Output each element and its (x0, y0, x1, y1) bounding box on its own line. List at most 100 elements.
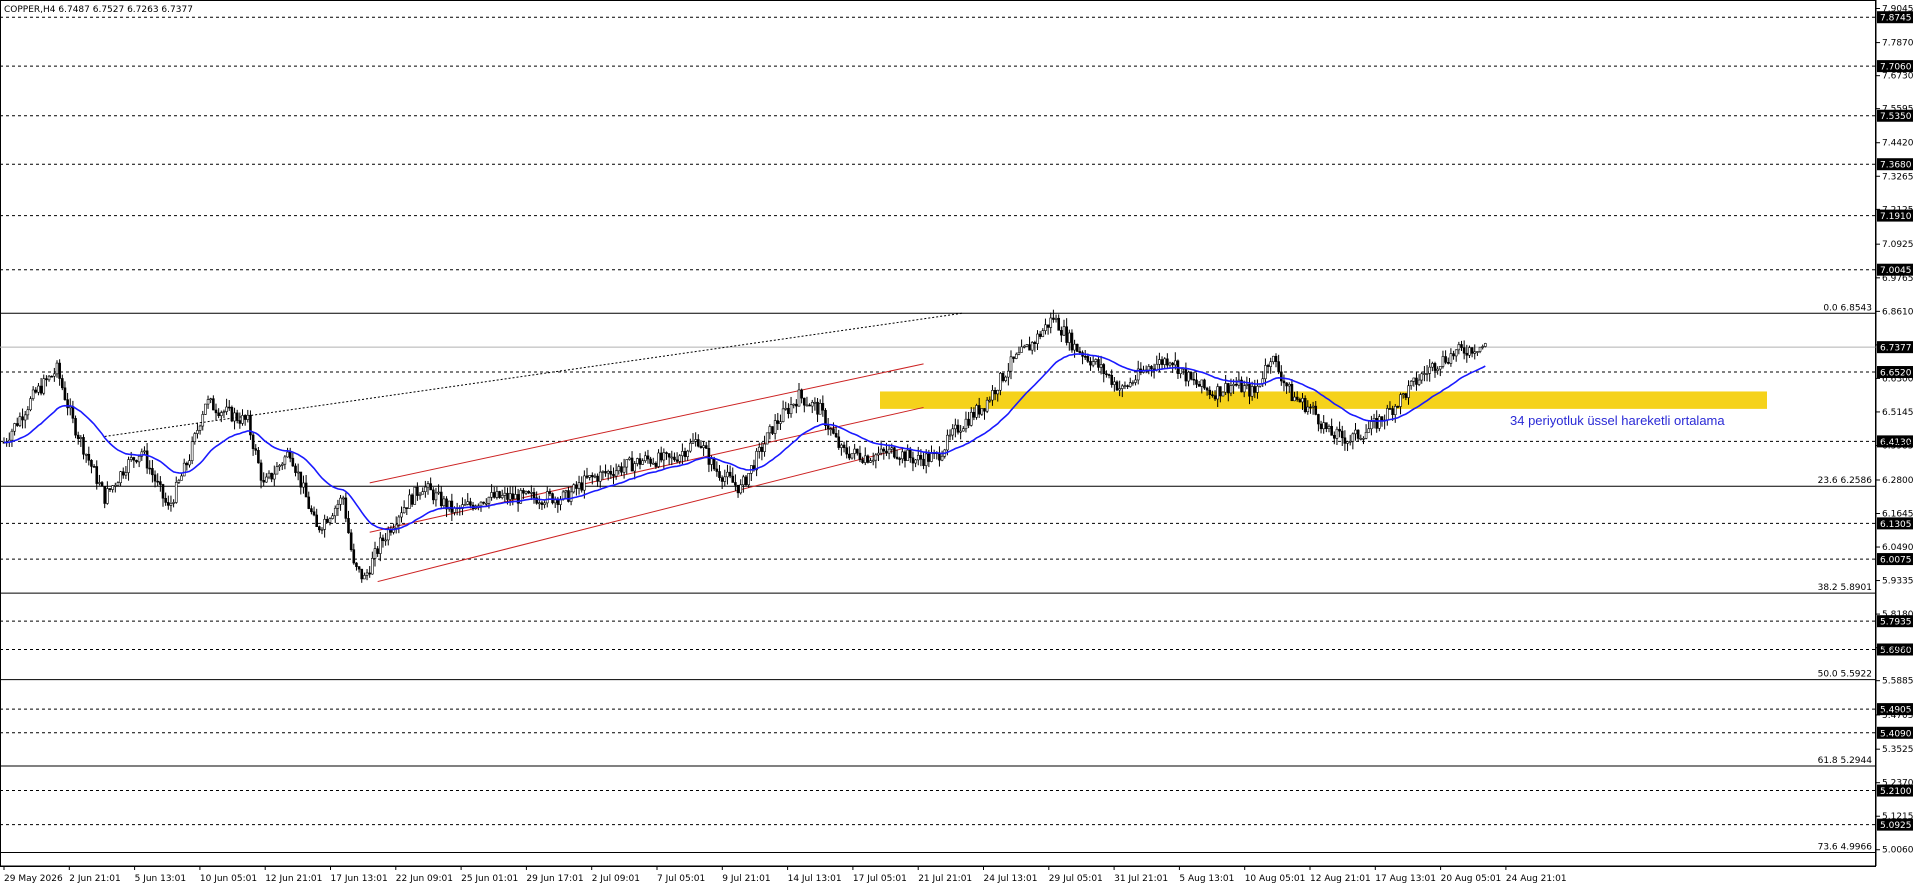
candle-body (124, 472, 128, 476)
candle-body (980, 408, 984, 415)
candle-body (983, 408, 986, 412)
x-tick-label-3: 10 Jun 05:01 (200, 874, 257, 884)
x-tick-label-20: 12 Aug 21:01 (1310, 874, 1371, 884)
candle-body (1465, 352, 1469, 356)
candle-body (307, 496, 311, 509)
candle-body (270, 472, 273, 480)
x-tick-label-13: 17 Jul 05:01 (853, 874, 907, 884)
candle-body (193, 433, 197, 442)
candle-body (1195, 379, 1198, 385)
candle-body (371, 558, 374, 575)
candle-body (731, 475, 735, 483)
candle-body (1216, 386, 1219, 400)
candle-body (1476, 351, 1479, 353)
candle-body (583, 475, 586, 491)
level-tag-text-3: 7.3680 (1880, 161, 1912, 171)
candle-body (657, 452, 660, 467)
candle-body (898, 458, 902, 460)
symbol-ohlc-header: COPPER,H4 6.7487 6.7527 6.7263 6.7377 (4, 5, 193, 15)
level-tag-text-0: 7.8745 (1880, 14, 1912, 24)
candle-body (283, 456, 287, 465)
y-tick-label-8: 6.9765 (1882, 274, 1914, 284)
y-tick-label-23: 5.2370 (1882, 779, 1914, 789)
candle-body (784, 407, 788, 410)
candle-body (339, 497, 342, 505)
candle-body (92, 466, 96, 468)
candle-body (230, 407, 234, 422)
candle-body (646, 455, 650, 460)
candle-body (1213, 395, 1217, 400)
candle-body (1473, 351, 1477, 354)
time-axis: 29 May 2026 2 Jun 21:01 5 Jun 13:01 10 Jun … (0, 865, 1876, 884)
candle-body (855, 448, 859, 454)
candle-body (484, 502, 488, 505)
candle-body (1354, 429, 1357, 435)
candle-body (659, 452, 663, 461)
candle-body (373, 548, 377, 559)
candle-body (278, 465, 281, 468)
candle-body (924, 453, 928, 466)
candle-body (1293, 396, 1296, 402)
candle-body (670, 456, 674, 459)
candle-body (1070, 332, 1074, 351)
candle-body (1338, 428, 1341, 432)
candle-body (760, 446, 764, 452)
candlestick-chart: 0.0 6.8543 23.6 6.2586 38.2 5.8901 50.0 5.5… (0, 0, 1914, 884)
candle-body (1298, 399, 1302, 403)
candle-body (673, 456, 676, 461)
candle-body (1364, 432, 1368, 439)
candle-body (1330, 426, 1333, 436)
candle-body (1441, 356, 1445, 367)
fib-label-0: 0.0 6.8543 (1823, 303, 1872, 313)
candle-body (792, 403, 796, 406)
candle-body (344, 497, 348, 519)
candle-body (204, 403, 207, 415)
candle-body (1007, 370, 1010, 378)
candle-body (71, 406, 75, 419)
candle-body (1420, 373, 1424, 381)
level-tag-text-13: 5.4090 (1880, 729, 1912, 739)
candle-body (508, 493, 512, 500)
candle-body (1105, 373, 1108, 375)
x-tick-label-18: 5 Aug 13:01 (1179, 874, 1234, 884)
candle-body (1089, 361, 1092, 366)
candle-body (164, 497, 167, 503)
current-price-text: 6.7377 (1880, 344, 1912, 354)
candle-body (1399, 394, 1402, 407)
candle-body (1348, 440, 1352, 443)
candle-body (689, 442, 692, 452)
candle-body (1391, 408, 1394, 415)
candle-body (1460, 344, 1463, 348)
y-tick-label-12: 6.5145 (1882, 408, 1914, 418)
candle-body (378, 537, 382, 554)
candle-body (405, 507, 409, 509)
candle-body (1232, 383, 1235, 386)
candle-body (188, 460, 191, 466)
candle-body (220, 412, 223, 417)
candle-body (675, 459, 679, 462)
candle-body (1428, 366, 1431, 374)
candle-body (1375, 417, 1378, 429)
candle-body (275, 466, 279, 475)
candle-body (863, 455, 867, 463)
candle-body (145, 450, 149, 469)
level-tag-text-9: 6.0075 (1880, 556, 1912, 566)
candle-body (707, 448, 711, 465)
candles (2, 309, 1487, 583)
candle-body (1401, 393, 1405, 395)
candle-body (243, 415, 247, 420)
candle-body (620, 466, 623, 473)
candle-body (681, 451, 684, 457)
candle-body (1166, 358, 1169, 366)
candle-body (797, 389, 801, 407)
candle-body (1359, 438, 1363, 440)
candle-body (816, 401, 819, 415)
candle-body (100, 482, 104, 487)
candle-body (217, 412, 220, 417)
candle-body (805, 404, 809, 407)
candle-body (1327, 426, 1331, 430)
candle-body (993, 390, 997, 395)
candle-body (238, 420, 242, 424)
candle-body (174, 482, 178, 503)
candle-body (1160, 359, 1164, 365)
